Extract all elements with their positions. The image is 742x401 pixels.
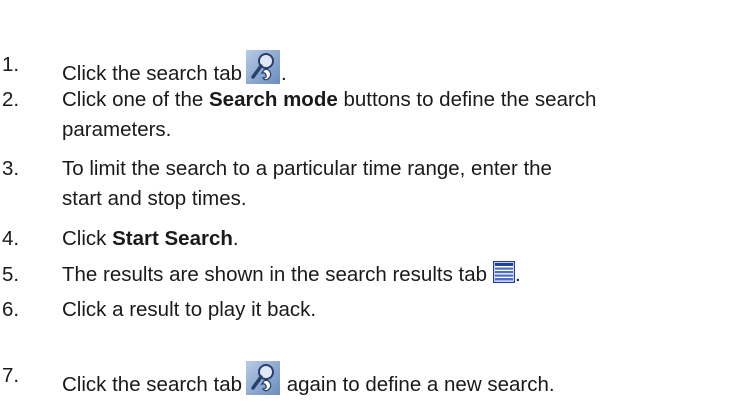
step-number: 7. bbox=[2, 364, 20, 387]
step-text: The results are shown in the search resu… bbox=[62, 260, 738, 290]
step-text-after: . bbox=[515, 263, 521, 286]
step-number: 2. bbox=[2, 88, 20, 111]
step-text-line2: parameters. bbox=[62, 118, 172, 141]
step-text-bold: Start Search bbox=[112, 227, 233, 250]
step-text-after: buttons to define the search bbox=[337, 88, 597, 111]
step-text-after: . bbox=[232, 227, 239, 250]
search-tab-icon bbox=[246, 335, 281, 395]
step-number: 4. bbox=[2, 227, 20, 250]
step-text-before: Click one of the bbox=[62, 88, 209, 111]
step-text: To limit the search to a particular time… bbox=[62, 154, 738, 214]
step-text-after: again to define a new search. bbox=[281, 373, 555, 396]
step-text-bold: Search mode bbox=[209, 88, 338, 111]
step-text: Click one of the Search mode buttons to … bbox=[62, 85, 738, 145]
step-text: Click Start Search. bbox=[62, 224, 738, 254]
step-text-before: Click the search tab bbox=[62, 62, 243, 85]
step-text-before: Click the search tab bbox=[62, 373, 243, 396]
step-number: 3. bbox=[2, 157, 20, 180]
step-number: 1. bbox=[2, 53, 20, 76]
step-text-after: . bbox=[281, 62, 287, 85]
step-number: 5. bbox=[2, 263, 20, 286]
step-text-line2: start and stop times. bbox=[62, 187, 247, 210]
step-text: Click the search tab again to define a n… bbox=[62, 361, 738, 400]
search-tab-icon bbox=[246, 24, 281, 84]
step-number: 6. bbox=[2, 298, 20, 321]
step-text: Click a result to play it back. bbox=[62, 298, 317, 321]
step-text-before: The results are shown in the search resu… bbox=[62, 263, 488, 286]
step-text-line1: To limit the search to a particular time… bbox=[62, 157, 552, 180]
step-text: Click the search tab . bbox=[62, 50, 738, 89]
search-results-tab-icon bbox=[492, 260, 516, 284]
step-text-before: Click bbox=[62, 227, 113, 250]
